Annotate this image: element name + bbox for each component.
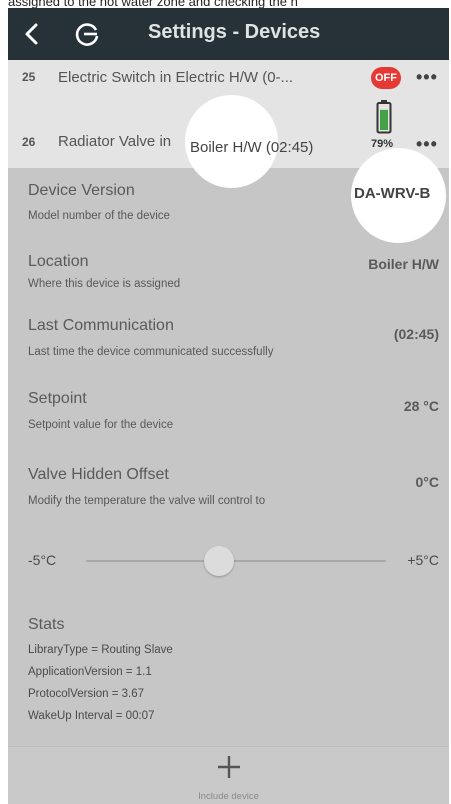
- slider-min-label: -5°C: [28, 552, 57, 568]
- highlight-circle-model: DA-WRV-B: [351, 148, 446, 243]
- last-communication-subtitle: Last time the device communicated succes…: [28, 346, 274, 358]
- last-communication-row: Last Communication Last time the device …: [8, 304, 449, 377]
- location-row: Location Where this device is assigned B…: [8, 240, 449, 305]
- valve-offset-title: Valve Hidden Offset: [28, 466, 169, 483]
- valve-offset-subtitle: Modify the temperature the valve will co…: [28, 495, 266, 507]
- setpoint-row: Setpoint Setpoint value for the device 2…: [8, 376, 449, 453]
- battery-icon: [376, 100, 392, 134]
- more-options-icon[interactable]: •••: [416, 67, 438, 88]
- instruction-caption: assigned to the hot water zone and check…: [8, 0, 298, 8]
- highlight-circle-device-name: Boiler H/W (02:45): [185, 95, 313, 188]
- stats-line: WakeUp Interval = 00:07: [28, 710, 155, 722]
- setpoint-title: Setpoint: [28, 390, 87, 407]
- highlighted-device-location: Boiler H/W (02:45): [190, 139, 314, 156]
- location-value: Boiler H/W: [368, 256, 439, 272]
- stats-line: ApplicationVersion = 1.1: [28, 666, 152, 678]
- include-device-label: Include device: [198, 791, 259, 802]
- stats-section: Stats LibraryType = Routing Slave Applic…: [8, 600, 449, 746]
- last-communication-value: (02:45): [393, 326, 439, 342]
- last-communication-title: Last Communication: [28, 317, 174, 334]
- location-subtitle: Where this device is assigned: [28, 278, 181, 290]
- slider-max-label: +5°C: [407, 552, 439, 568]
- include-device-button[interactable]: Include device: [8, 746, 449, 804]
- status-badge-off[interactable]: OFF: [371, 67, 401, 89]
- device-version-value: DA-WRV-B: [354, 185, 431, 202]
- setpoint-value: 28 °C: [403, 398, 439, 414]
- back-arrow-icon[interactable]: [20, 22, 44, 46]
- offset-slider-track[interactable]: [86, 560, 386, 562]
- page-title: Settings - Devices: [148, 21, 321, 43]
- device-version-title: Device Version: [28, 182, 135, 199]
- brand-logo-icon: [75, 23, 99, 46]
- setpoint-subtitle: Setpoint value for the device: [28, 419, 174, 431]
- stats-line: ProtocolVersion = 3.67: [28, 688, 145, 700]
- valve-offset-value: 0°C: [415, 474, 440, 490]
- device-number: 26: [22, 135, 36, 149]
- device-name: Radiator Valve in: [58, 133, 172, 150]
- device-row-25[interactable]: 25 Electric Switch in Electric H/W (0-..…: [8, 60, 449, 97]
- stats-title: Stats: [28, 616, 65, 633]
- location-title: Location: [28, 253, 89, 270]
- valve-hidden-offset-row: Valve Hidden Offset Modify the temperatu…: [8, 452, 449, 601]
- plus-icon: [218, 756, 240, 778]
- app-screen: Settings - Devices 25 Electric Switch in…: [8, 8, 449, 804]
- device-version-subtitle: Model number of the device: [28, 210, 170, 222]
- device-number: 25: [22, 70, 36, 84]
- app-header: Settings - Devices: [8, 8, 449, 60]
- stats-line: LibraryType = Routing Slave: [28, 644, 173, 656]
- device-name: Electric Switch in Electric H/W (0-...: [58, 69, 294, 86]
- offset-slider-thumb[interactable]: [204, 546, 234, 576]
